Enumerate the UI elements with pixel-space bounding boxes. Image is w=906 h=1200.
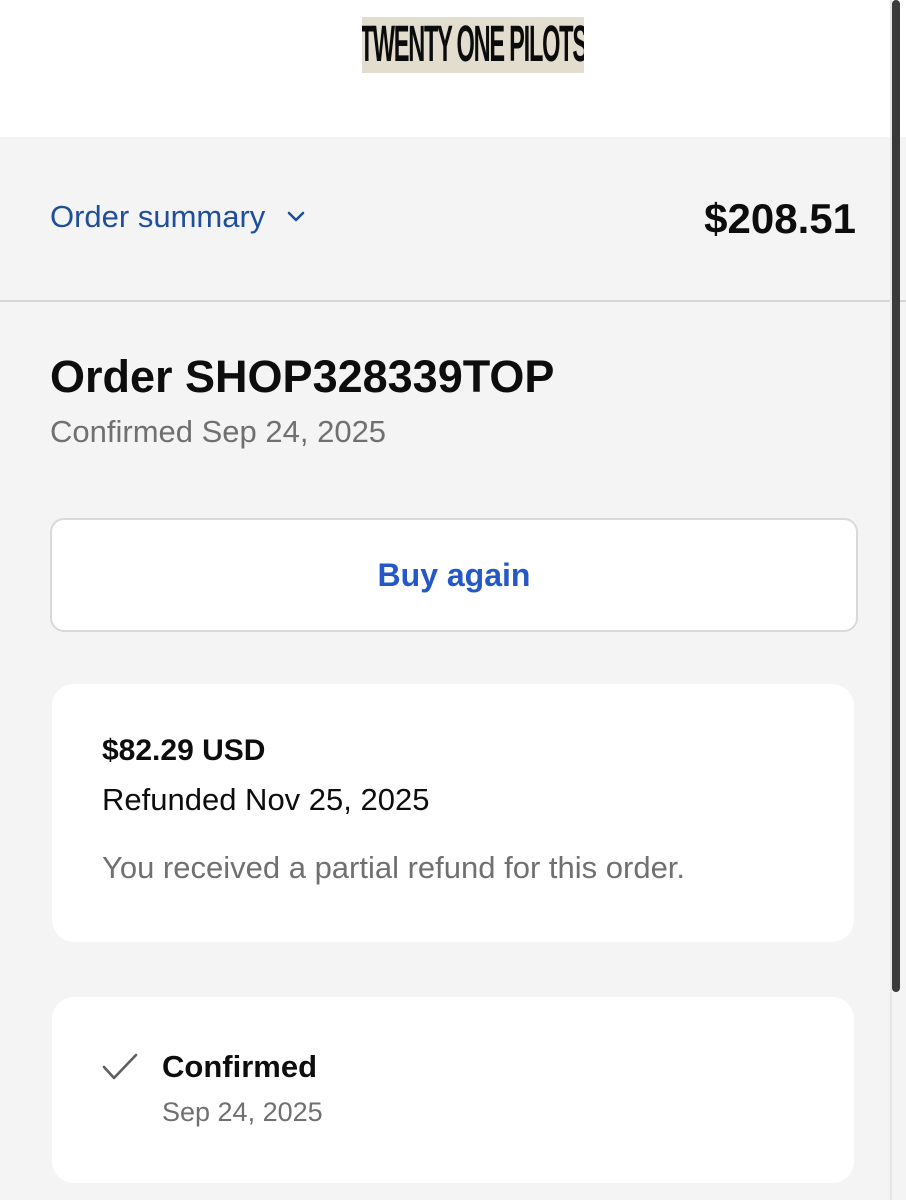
refund-amount: $82.29 USD	[102, 734, 266, 767]
brand-logo-text: TWENTY ONE PILOTS	[362, 17, 584, 73]
order-summary-bar: Order summary $208.51	[0, 137, 906, 302]
status-label: Confirmed	[162, 1049, 317, 1084]
order-total: $208.51	[704, 195, 856, 242]
refund-note: You received a partial refund for this o…	[102, 850, 686, 885]
order-title: Order SHOP328339TOP	[50, 351, 555, 402]
store-header: TWENTY ONE PILOTS	[0, 0, 906, 137]
order-summary-label: Order summary	[50, 199, 266, 234]
refund-date: Refunded Nov 25, 2025	[102, 782, 430, 817]
scrollbar-thumb[interactable]	[892, 0, 900, 992]
checkmark-icon	[102, 1053, 138, 1080]
refund-card: $82.29 USD Refunded Nov 25, 2025 You rec…	[52, 684, 854, 942]
order-confirmed-date: Confirmed Sep 24, 2025	[50, 414, 387, 449]
status-date: Sep 24, 2025	[162, 1097, 323, 1127]
brand-logo[interactable]: TWENTY ONE PILOTS	[362, 17, 584, 73]
scrollbar[interactable]	[890, 0, 906, 1200]
buy-again-button[interactable]: Buy again	[50, 518, 858, 632]
status-card: Confirmed Sep 24, 2025	[52, 997, 854, 1183]
chevron-down-icon	[288, 211, 305, 222]
order-status-page: TWENTY ONE PILOTS Order summary $208.51 …	[0, 0, 906, 1200]
order-summary-toggle[interactable]: Order summary	[50, 199, 305, 235]
